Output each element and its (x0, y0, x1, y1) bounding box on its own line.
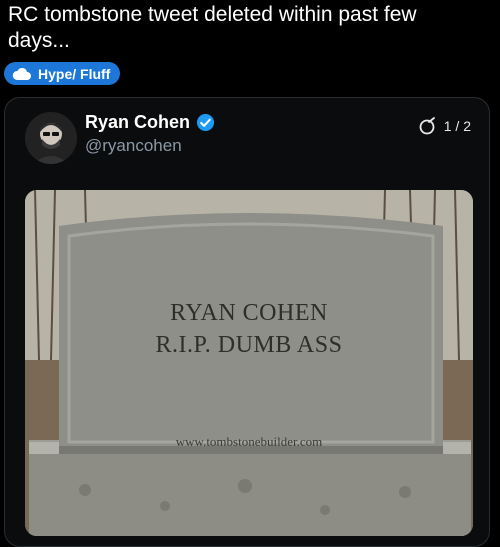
counter-label: 1 / 2 (443, 118, 471, 134)
flair-label: Hype/ Fluff (38, 65, 111, 82)
tombstone-line-1: RYAN COHEN (170, 300, 328, 326)
tombstone-line-2: R.I.P. DUMB ASS (155, 332, 343, 358)
author-handle: @ryancohen (85, 136, 182, 155)
flair-badge[interactable]: Hype/ Fluff (4, 62, 121, 85)
gallery-icon (419, 117, 435, 135)
verified-badge-icon (196, 113, 215, 132)
tombstone-website: www.tombstonebuilder.com (175, 434, 323, 449)
author-name[interactable]: Ryan Cohen (85, 112, 190, 133)
tombstone-illustration (25, 190, 473, 536)
avatar[interactable] (25, 112, 77, 164)
tweet-image[interactable]: RYAN COHEN R.I.P. DUMB ASS www.tombstone… (25, 190, 473, 536)
tweet-author: Ryan Cohen @ryancohen (85, 112, 215, 156)
cloud-icon (12, 67, 31, 80)
post-title: RC tombstone tweet deleted within past f… (8, 3, 417, 52)
tweet-card[interactable]: Ryan Cohen @ryancohen 1 / 2 RYAN COHEN R… (4, 97, 490, 547)
media-counter[interactable]: 1 / 2 (418, 116, 471, 136)
